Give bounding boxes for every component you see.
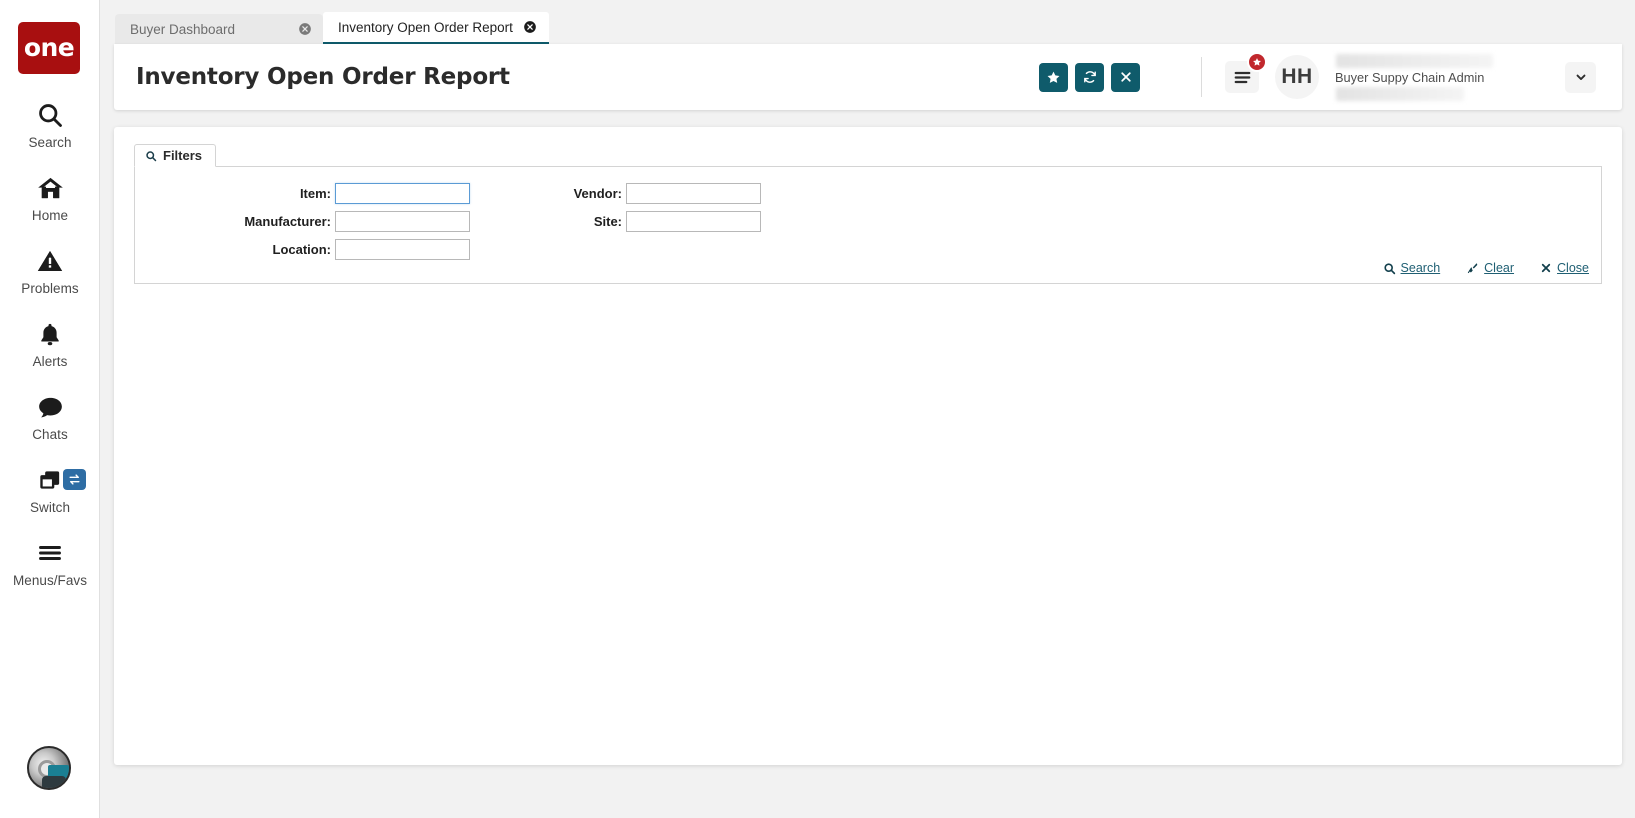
filter-field-site: Site: bbox=[558, 210, 761, 232]
search-link-label: Search bbox=[1400, 261, 1441, 275]
warning-triangle-icon bbox=[36, 244, 64, 278]
header-menu-button[interactable] bbox=[1225, 52, 1267, 93]
sidebar-item-search[interactable]: Search bbox=[0, 98, 100, 171]
filter-field-item: Item: bbox=[135, 182, 470, 204]
nav-items: Search Home Problems Alerts Chats Switch… bbox=[0, 98, 100, 609]
left-nav-rail: one Search Home Problems Alerts Chats Sw… bbox=[0, 0, 100, 818]
filter-row-3: Location: bbox=[135, 237, 1601, 261]
chat-bubble-icon bbox=[36, 390, 65, 424]
sidebar-item-switch[interactable]: Switch bbox=[0, 463, 100, 536]
sidebar-item-alerts[interactable]: Alerts bbox=[0, 317, 100, 390]
sidebar-item-menus-favs[interactable]: Menus/Favs bbox=[0, 536, 100, 609]
tab-filters[interactable]: Filters bbox=[134, 144, 217, 167]
assistant-orb[interactable] bbox=[27, 746, 71, 790]
one-logo[interactable]: one bbox=[18, 22, 80, 74]
sidebar-item-home[interactable]: Home bbox=[0, 171, 100, 244]
favorite-button[interactable] bbox=[1039, 62, 1068, 92]
refresh-button[interactable] bbox=[1075, 62, 1104, 92]
page-header: Inventory Open Order Report HH Buyer Sup… bbox=[114, 44, 1622, 110]
close-link-label: Close bbox=[1557, 261, 1589, 275]
site-input[interactable] bbox=[626, 210, 761, 232]
app-root: one Search Home Problems Alerts Chats Sw… bbox=[0, 0, 1635, 818]
site-label: Site: bbox=[593, 213, 622, 229]
manufacturer-label: Manufacturer: bbox=[244, 213, 331, 229]
assistant-body bbox=[42, 776, 66, 788]
vendor-label: Vendor: bbox=[573, 185, 622, 201]
chevron-down-icon bbox=[1576, 74, 1585, 80]
bell-icon bbox=[37, 317, 63, 351]
filters-tab-label: Filters bbox=[163, 148, 203, 163]
filters-tab-row: Filters bbox=[134, 144, 1602, 167]
windows-stack-icon bbox=[36, 463, 64, 497]
avatar-initials: HH bbox=[1281, 65, 1313, 88]
refresh-icon bbox=[1083, 71, 1096, 83]
switch-badge[interactable] bbox=[63, 469, 86, 490]
sidebar-item-label: Switch bbox=[29, 500, 71, 515]
filter-field-location: Location: bbox=[135, 238, 470, 260]
star-badge-icon bbox=[1247, 52, 1267, 72]
x-icon bbox=[1120, 72, 1131, 82]
tab-inventory-open-order-report[interactable]: Inventory Open Order Report bbox=[323, 12, 549, 44]
page-title: Inventory Open Order Report bbox=[136, 64, 510, 90]
sidebar-item-label: Alerts bbox=[32, 354, 68, 369]
sidebar-item-label: Problems bbox=[21, 281, 79, 296]
close-circle-icon[interactable] bbox=[523, 20, 538, 35]
close-circle-icon[interactable] bbox=[297, 22, 312, 37]
header-action-buttons bbox=[1039, 62, 1140, 92]
close-button[interactable] bbox=[1111, 62, 1140, 92]
avatar[interactable]: HH bbox=[1275, 55, 1319, 99]
user-role-label: Buyer Suppy Chain Admin bbox=[1335, 69, 1485, 85]
vendor-input[interactable] bbox=[626, 182, 761, 204]
tab-label: Inventory Open Order Report bbox=[338, 19, 513, 35]
sidebar-item-chats[interactable]: Chats bbox=[0, 390, 100, 463]
swap-arrows-icon bbox=[69, 474, 80, 485]
star-icon bbox=[1047, 71, 1060, 83]
search-icon bbox=[146, 150, 157, 161]
one-logo-text: one bbox=[23, 32, 75, 62]
close-link[interactable]: Close bbox=[1540, 261, 1589, 275]
user-org-redacted bbox=[1336, 86, 1464, 101]
header-divider bbox=[1201, 57, 1202, 97]
search-icon bbox=[1383, 262, 1396, 275]
filter-field-manufacturer: Manufacturer: bbox=[135, 210, 470, 232]
item-label: Item: bbox=[299, 185, 331, 201]
x-icon bbox=[1540, 262, 1552, 274]
user-menu-toggle[interactable] bbox=[1565, 61, 1596, 93]
sidebar-item-label: Menus/Favs bbox=[12, 573, 88, 588]
filter-row-2: Manufacturer: Site: bbox=[135, 209, 1601, 233]
clear-link[interactable]: Clear bbox=[1466, 261, 1514, 275]
sidebar-item-label: Chats bbox=[32, 427, 68, 442]
hamburger-menu-icon bbox=[1234, 71, 1250, 83]
filters-panel: Filters Item: Vendor: Manufacturer: Site… bbox=[134, 144, 1602, 284]
filters-action-links: Search Clear Close bbox=[1383, 261, 1589, 275]
clear-link-label: Clear bbox=[1484, 261, 1515, 275]
filter-row-1: Item: Vendor: bbox=[135, 181, 1601, 205]
filters-body: Item: Vendor: Manufacturer: Site: Locati… bbox=[134, 167, 1602, 284]
content-card: Filters Item: Vendor: Manufacturer: Site… bbox=[114, 127, 1622, 765]
home-icon bbox=[36, 171, 65, 205]
filter-field-vendor: Vendor: bbox=[558, 182, 761, 204]
tab-buyer-dashboard[interactable]: Buyer Dashboard bbox=[115, 14, 323, 44]
item-input[interactable] bbox=[335, 182, 470, 204]
location-input[interactable] bbox=[335, 238, 470, 260]
tab-label: Buyer Dashboard bbox=[130, 21, 236, 37]
manufacturer-input[interactable] bbox=[335, 210, 470, 232]
broom-icon bbox=[1466, 262, 1479, 275]
sidebar-item-problems[interactable]: Problems bbox=[0, 244, 100, 317]
sidebar-item-label: Home bbox=[31, 208, 69, 223]
search-icon bbox=[36, 98, 64, 132]
user-name-redacted bbox=[1336, 53, 1493, 68]
location-label: Location: bbox=[272, 241, 332, 257]
user-info-block[interactable]: Buyer Suppy Chain Admin bbox=[1332, 52, 1500, 102]
search-link[interactable]: Search bbox=[1383, 261, 1441, 275]
sidebar-item-label: Search bbox=[28, 135, 72, 150]
hamburger-icon bbox=[36, 536, 64, 570]
tab-strip: Buyer Dashboard Inventory Open Order Rep… bbox=[100, 0, 1635, 44]
